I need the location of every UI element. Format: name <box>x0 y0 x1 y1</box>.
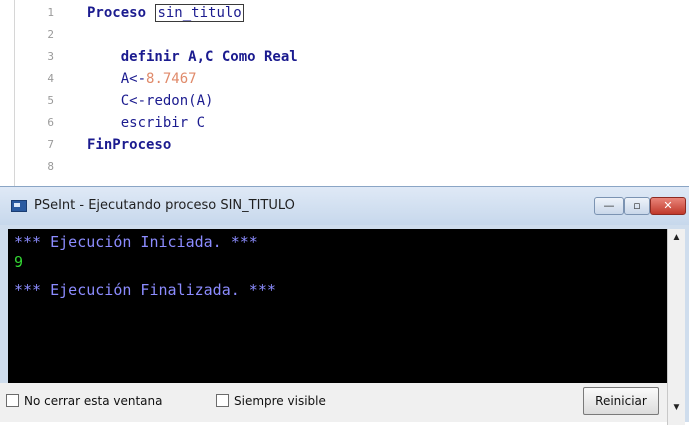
code-token: Proceso <box>87 5 155 21</box>
close-button[interactable]: ✕ <box>650 197 686 215</box>
window-footer: No cerrar esta ventana Siempre visible R… <box>0 383 667 422</box>
window-title: PSeInt - Ejecutando proceso SIN_TITULO <box>34 198 295 213</box>
console-line-output: 9 <box>14 253 24 271</box>
editor-gutter <box>14 0 15 186</box>
line-number: 7 <box>47 138 54 151</box>
line-number: 2 <box>47 28 54 41</box>
scroll-up-icon[interactable]: ▲ <box>668 229 685 246</box>
code-text: FinProceso <box>87 134 171 156</box>
line-number: 8 <box>47 160 54 173</box>
code-token: A<- <box>87 71 147 87</box>
code-token: (A) <box>188 93 214 109</box>
line-number: 4 <box>47 72 54 85</box>
always-visible-checkbox[interactable] <box>216 394 229 407</box>
scroll-down-icon[interactable]: ▼ <box>668 399 685 416</box>
code-text: Proceso sin_titulo <box>87 2 244 24</box>
minimize-button[interactable]: — <box>594 197 624 215</box>
execution-window: PSeInt - Ejecutando proceso SIN_TITULO —… <box>0 186 689 425</box>
line-number: 5 <box>47 94 54 107</box>
no-close-checkbox[interactable] <box>6 394 19 407</box>
maximize-button[interactable]: ▫ <box>624 197 650 215</box>
code-text: escribir C <box>87 112 205 134</box>
code-editor[interactable]: 1 Proceso sin_titulo 2 3 definir A,C Como R… <box>0 0 689 186</box>
code-text: C<-redon(A) <box>87 90 214 112</box>
console-line-end: *** Ejecución Finalizada. *** <box>14 281 276 299</box>
code-token: definir A,C Como Real <box>87 49 298 65</box>
code-text: A<-8.7467 <box>87 68 197 90</box>
console-line-start: *** Ejecución Iniciada. *** <box>14 233 258 251</box>
code-token: 8.7467 <box>146 71 197 87</box>
code-text: definir A,C Como Real <box>87 46 298 68</box>
code-token: escribir C <box>87 115 206 131</box>
no-close-label[interactable]: No cerrar esta ventana <box>24 394 163 408</box>
code-token: C<- <box>87 93 147 109</box>
line-number: 1 <box>47 6 54 19</box>
window-titlebar[interactable]: PSeInt - Ejecutando proceso SIN_TITULO —… <box>0 187 689 225</box>
line-number: 3 <box>47 50 54 63</box>
restart-button[interactable]: Reiniciar <box>583 387 659 415</box>
console-scrollbar[interactable]: ▲ ▼ <box>667 229 685 425</box>
code-token: redon <box>146 93 189 109</box>
app-window-icon <box>11 200 27 212</box>
always-visible-label[interactable]: Siempre visible <box>234 394 326 408</box>
process-name-token: sin_titulo <box>155 4 244 22</box>
line-number: 6 <box>47 116 54 129</box>
console-output[interactable]: *** Ejecución Iniciada. *** 9 *** Ejecuc… <box>8 229 667 383</box>
code-token: FinProceso <box>87 137 172 153</box>
